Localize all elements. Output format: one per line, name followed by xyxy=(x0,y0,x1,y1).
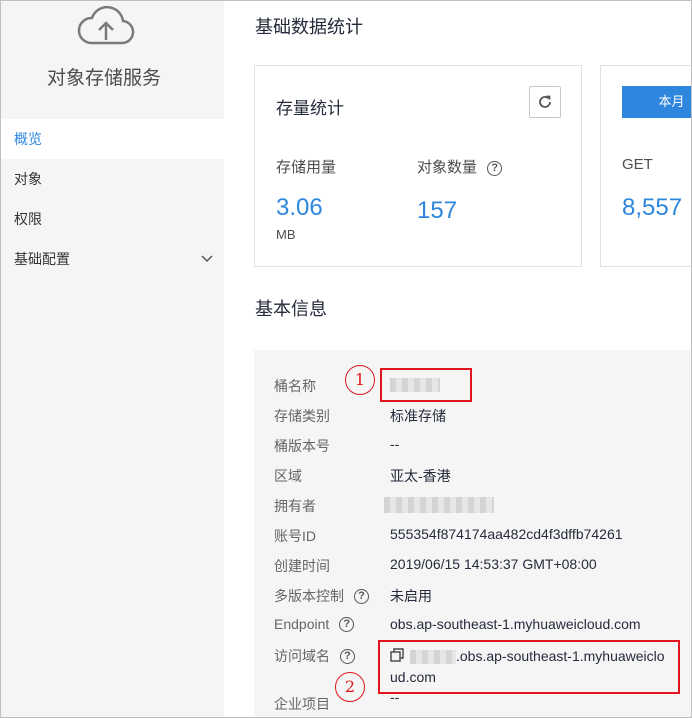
object-count-value: 157 xyxy=(417,197,458,224)
storage-usage-label: 存储用量 xyxy=(276,159,337,176)
info-label: 桶名称 xyxy=(274,378,316,394)
sidebar-item-overview[interactable]: 概览 xyxy=(1,119,224,159)
chevron-down-icon xyxy=(200,239,214,279)
section-title-info: 基本信息 xyxy=(255,299,327,319)
help-icon[interactable]: ? xyxy=(487,160,503,176)
owner-redacted xyxy=(384,496,494,514)
get-requests-value: 8,557 xyxy=(622,194,683,221)
info-label: 多版本控制 xyxy=(274,588,344,604)
info-row-bucket-version: 桶版本号 -- xyxy=(254,429,691,459)
request-stats-card: 本月 GET 8,557 xyxy=(600,65,691,267)
sidebar-item-label: 对象 xyxy=(14,171,42,187)
annotation-marker-2: 2 xyxy=(335,672,365,702)
section-title-stats: 基础数据统计 xyxy=(255,17,363,37)
sidebar-item-basic-config[interactable]: 基础配置 xyxy=(1,239,224,279)
service-title: 对象存储服务 xyxy=(46,68,161,89)
card-title: 存量统计 xyxy=(276,99,344,118)
info-row-versioning: 多版本控制? 未启用 xyxy=(254,579,691,609)
annotation-box-2 xyxy=(378,640,680,694)
info-value: 标准存储 xyxy=(390,408,446,424)
object-count-label-group: 对象数量 ? xyxy=(417,156,503,177)
info-label: 拥有者 xyxy=(274,498,316,514)
info-value: obs.ap-southeast-1.myhuaweicloud.com xyxy=(390,616,641,632)
info-value: 555354f874174aa482cd4f3dffb74261 xyxy=(390,526,623,542)
info-row-storage-class: 存储类别 标准存储 xyxy=(254,399,691,429)
annotation-marker-1: 1 xyxy=(345,365,375,395)
sidebar-item-permissions[interactable]: 权限 xyxy=(1,199,224,239)
cloud-upload-icon xyxy=(77,5,135,45)
info-row-bucket-name: 桶名称 xyxy=(254,369,691,399)
info-row-region: 区域 亚太-香港 xyxy=(254,459,691,489)
info-label: 企业项目 xyxy=(274,696,330,712)
info-value: -- xyxy=(390,436,400,452)
storage-stats-card: 存量统计 存储用量 3.06 MB 对象数量 ? 157 xyxy=(254,65,582,267)
info-row-owner: 拥有者 xyxy=(254,489,691,519)
get-requests-label: GET xyxy=(622,156,653,173)
info-label: 访问域名 xyxy=(274,648,330,664)
object-count-label: 对象数量 xyxy=(417,159,478,176)
info-row-account-id: 账号ID 555354f874174aa482cd4f3dffb74261 xyxy=(254,519,691,549)
info-label-group: 多版本控制? xyxy=(274,586,369,606)
info-row-created-time: 创建时间 2019/06/15 14:53:37 GMT+08:00 xyxy=(254,549,691,579)
info-value: 亚太-香港 xyxy=(390,468,451,484)
refresh-button[interactable] xyxy=(529,86,561,118)
main-content: 基础数据统计 存量统计 存储用量 3.06 MB 对象数量 ? 157 本月 G… xyxy=(224,1,691,717)
info-label-group: 访问域名? xyxy=(274,646,355,666)
sidebar-item-label: 基础配置 xyxy=(14,251,70,267)
sidebar-nav: 概览 对象 权限 基础配置 xyxy=(1,119,224,279)
info-label: 账号ID xyxy=(274,528,316,544)
sidebar: 对象存储服务 概览 对象 权限 基础配置 xyxy=(1,1,224,717)
annotation-box-1 xyxy=(380,368,472,402)
info-value: 2019/06/15 14:53:37 GMT+08:00 xyxy=(390,556,597,572)
help-icon[interactable]: ? xyxy=(354,588,369,604)
month-filter-button[interactable]: 本月 xyxy=(622,86,691,118)
help-icon[interactable]: ? xyxy=(340,648,355,664)
info-row-endpoint: Endpoint? obs.ap-southeast-1.myhuaweiclo… xyxy=(254,609,691,639)
sidebar-item-label: 概览 xyxy=(14,131,42,147)
storage-usage-value: 3.06 xyxy=(276,194,323,221)
info-label: Endpoint xyxy=(274,616,330,632)
info-label: 创建时间 xyxy=(274,558,330,574)
help-icon[interactable]: ? xyxy=(339,616,355,632)
sidebar-item-objects[interactable]: 对象 xyxy=(1,159,224,199)
refresh-icon xyxy=(539,95,551,108)
info-label: 区域 xyxy=(274,468,302,484)
info-label-group: Endpoint? xyxy=(274,616,355,633)
storage-usage-unit: MB xyxy=(276,227,296,242)
info-value: 未启用 xyxy=(390,588,432,604)
info-label: 桶版本号 xyxy=(274,438,330,454)
sidebar-item-label: 权限 xyxy=(14,211,42,227)
info-label: 存储类别 xyxy=(274,408,330,424)
